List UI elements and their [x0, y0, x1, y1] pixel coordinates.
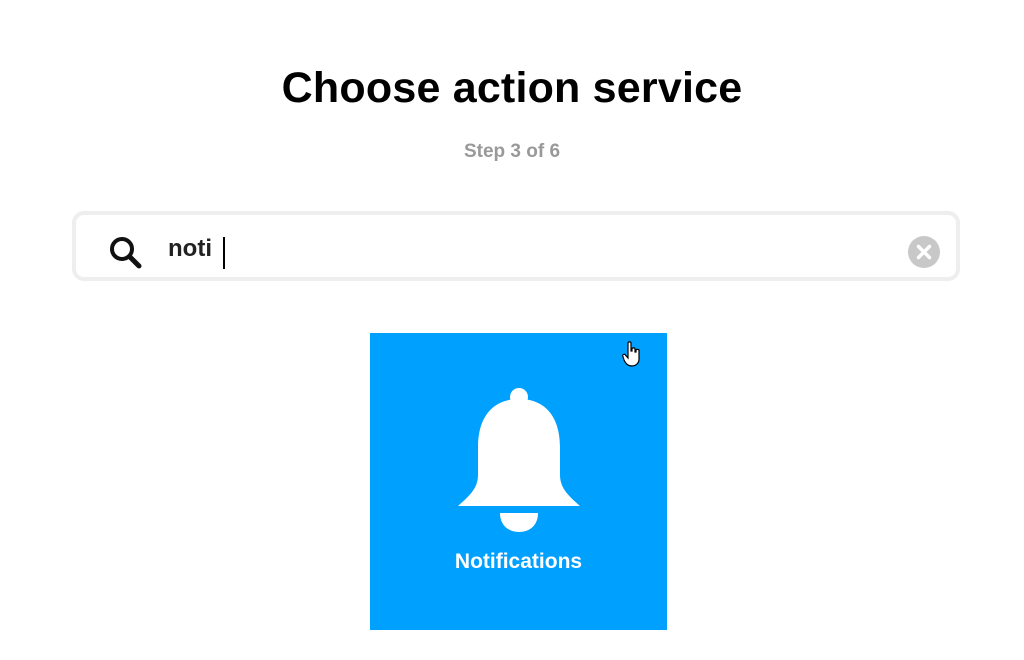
- service-tile-label: Notifications: [454, 550, 583, 573]
- clear-search-icon[interactable]: [908, 236, 940, 268]
- hand-pointer-cursor-icon: [622, 341, 640, 367]
- search-icon: [110, 237, 142, 269]
- search-input[interactable]: [168, 227, 868, 271]
- search-box[interactable]: [72, 211, 960, 281]
- choose-action-service-page: Choose action service Step 3 of 6 Notifi…: [0, 0, 1024, 660]
- text-caret: [223, 237, 225, 269]
- bell-icon: [458, 388, 580, 532]
- step-indicator: Step 3 of 6: [463, 141, 561, 162]
- service-tile-notifications[interactable]: Notifications: [370, 333, 667, 630]
- page-title: Choose action service: [281, 64, 743, 112]
